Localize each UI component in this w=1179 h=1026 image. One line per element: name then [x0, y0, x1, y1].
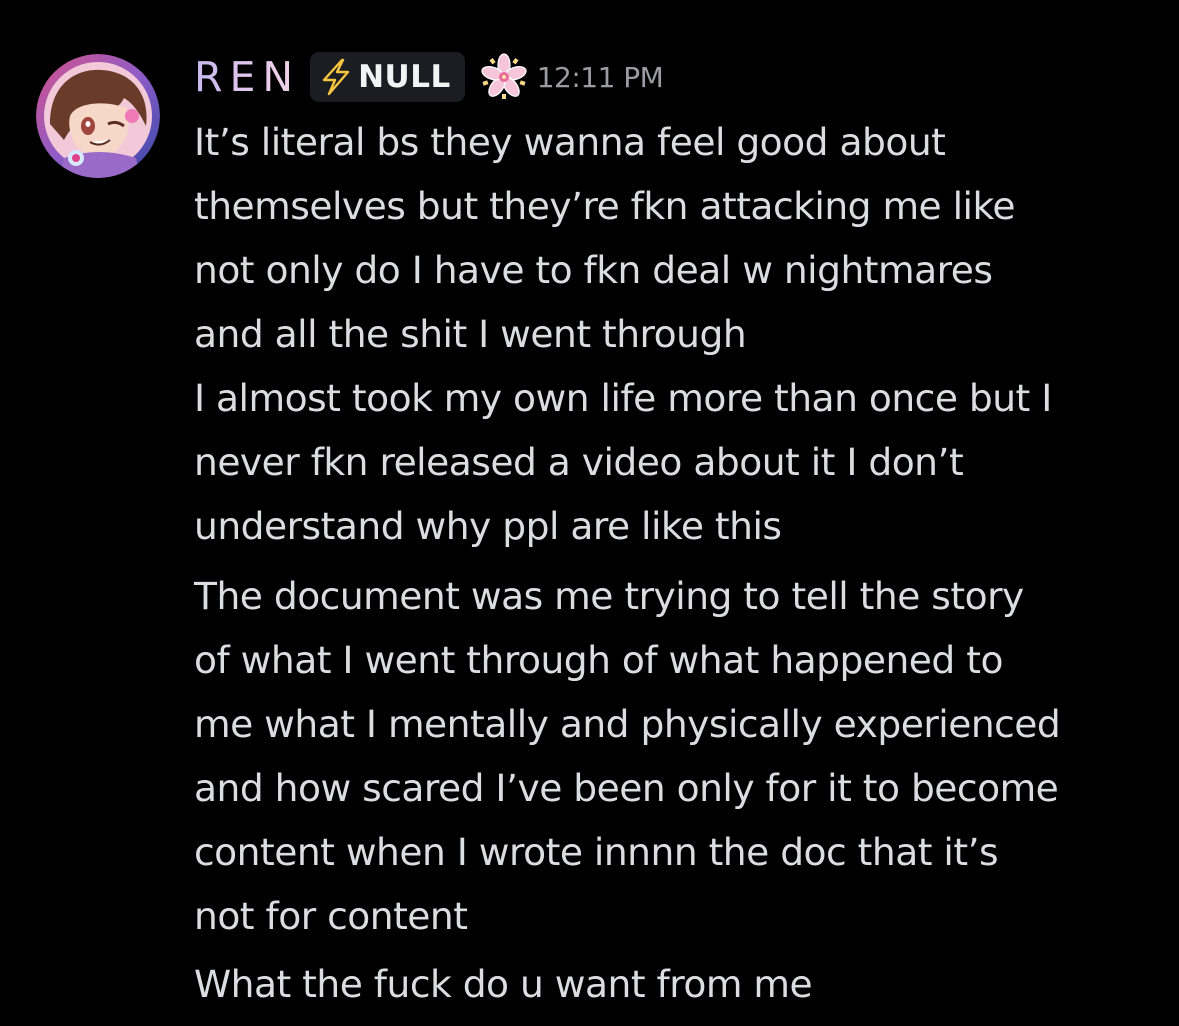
message-line: It’s literal bs they wanna feel good abo… — [194, 120, 946, 164]
message-line: me what I mentally and physically experi… — [194, 702, 1061, 746]
cherry-blossom-icon[interactable] — [479, 52, 529, 102]
message-line: I almost took my own life more than once… — [194, 376, 1052, 420]
username[interactable]: REN — [194, 52, 300, 102]
message-paragraph: The document was me trying to tell the s… — [194, 564, 1154, 948]
message-line: not for content — [194, 894, 468, 938]
anime-avatar-icon — [36, 54, 160, 178]
message-paragraph: It’s literal bs they wanna feel good abo… — [194, 110, 1154, 558]
lightning-bolt-icon — [322, 58, 350, 96]
message-paragraph: What the fuck do u want from me — [194, 952, 1154, 1016]
message-header: REN NULL 12:11 PM — [194, 52, 664, 102]
message-timestamp[interactable]: 12:11 PM — [537, 61, 664, 94]
clan-tag[interactable]: NULL — [310, 52, 465, 102]
chat-message: REN NULL 12:11 PM It’s literal bs they w… — [0, 0, 1179, 1026]
message-line: What the fuck do u want from me — [194, 962, 813, 1006]
user-avatar[interactable] — [36, 54, 160, 178]
message-line: themselves but they’re fkn attacking me … — [194, 184, 1016, 228]
message-line: and how scared I’ve been only for it to … — [194, 766, 1059, 810]
message-content: It’s literal bs they wanna feel good abo… — [194, 110, 1154, 1016]
clan-tag-label: NULL — [358, 59, 451, 95]
message-line: never fkn released a video about it I do… — [194, 440, 964, 484]
message-line: understand why ppl are like this — [194, 504, 782, 548]
message-line: of what I went through of what happened … — [194, 638, 1003, 682]
message-line: The document was me trying to tell the s… — [194, 574, 1024, 618]
message-line: and all the shit I went through — [194, 312, 747, 356]
message-line: not only do I have to fkn deal w nightma… — [194, 248, 993, 292]
message-line: content when I wrote innnn the doc that … — [194, 830, 999, 874]
